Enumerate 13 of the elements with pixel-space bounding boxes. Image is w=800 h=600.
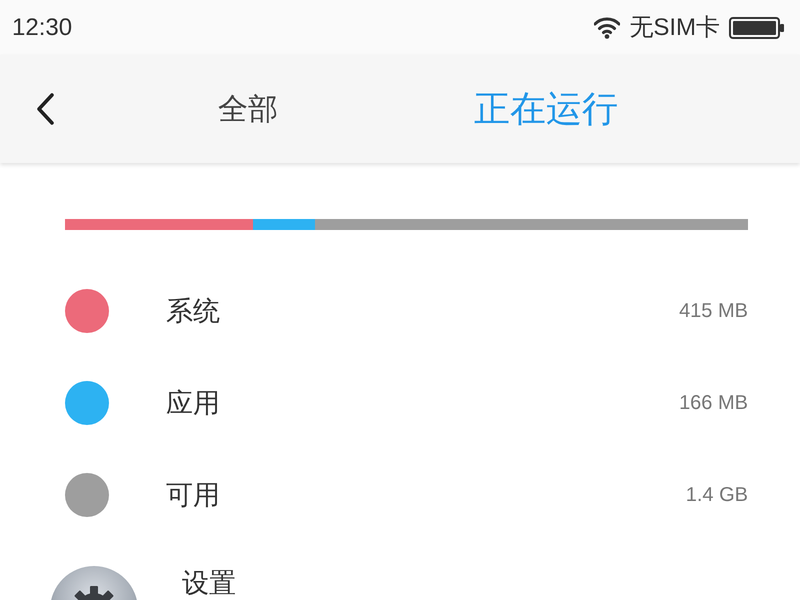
battery-icon [729,16,785,38]
memory-label: 应用 [166,386,220,420]
app-name[interactable]: 设置 [182,570,236,597]
memory-value: 166 MB [679,391,748,416]
sim-status: 无SIM卡 [629,12,720,42]
memory-value: 1.4 GB [686,483,748,508]
back-icon [35,93,55,125]
memory-label: 可用 [166,478,220,512]
tab[interactable]: 全部 [168,74,328,144]
memory-value: 415 MB [679,299,748,324]
status-time: 12:30 [12,12,72,42]
memory-label: 系统 [166,294,220,328]
wifi-icon [594,16,620,38]
